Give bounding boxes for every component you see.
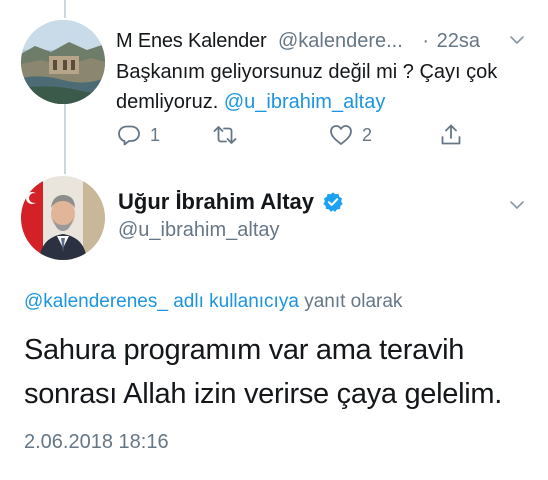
retweet-button[interactable] [212, 121, 238, 149]
avatar-photo [21, 20, 105, 104]
replying-to-link[interactable]: @kalenderenes_ adlı kullanıcıya [24, 291, 299, 312]
main-tweet-text: Sahura programım var ama teravih sonrası… [24, 334, 502, 410]
like-count: 2 [362, 124, 373, 145]
chevron-down-icon[interactable] [507, 30, 527, 50]
avatar-m-enes-kalender[interactable] [21, 20, 105, 104]
reply-tweet-header: M Enes Kalender @kalendere... · 22sa [116, 27, 536, 55]
replying-to: @kalenderenes_ adlı kullanıcıya yanıt ol… [24, 288, 402, 316]
chevron-down-icon[interactable] [507, 195, 527, 215]
main-author-name-text: Uğur İbrahim Altay [118, 189, 314, 214]
main-author-name[interactable]: Uğur İbrahim Altay [118, 187, 344, 217]
reply-count: 1 [150, 124, 161, 145]
verified-badge-icon [323, 192, 343, 212]
avatar-photo [21, 176, 105, 260]
thread-line [64, 104, 66, 174]
separator-dot: · [422, 30, 430, 52]
reply-tweet-text: Başkanım geliyorsunuz değil mi ? Çayı ço… [116, 57, 526, 117]
avatar-ugur-ibrahim-altay[interactable] [21, 176, 105, 260]
main-tweet-timestamp[interactable]: 2.06.2018 18:16 [24, 428, 169, 456]
main-author-handle[interactable]: @u_ibrahim_altay [118, 216, 280, 244]
reply-author-handle[interactable]: @kalendere... [278, 30, 403, 52]
mention-link[interactable]: @u_ibrahim_altay [224, 91, 386, 113]
reply-button[interactable]: 1 [116, 121, 160, 149]
retweet-icon [213, 126, 237, 144]
reply-timestamp[interactable]: 22sa [437, 30, 480, 52]
replying-to-suffix: yanıt olarak [304, 291, 403, 312]
reply-author-name[interactable]: M Enes Kalender [116, 30, 267, 52]
share-button[interactable] [438, 121, 464, 149]
reply-icon [118, 125, 140, 146]
tweet-actions: 1 2 [116, 121, 476, 149]
like-button[interactable]: 2 [328, 121, 372, 149]
like-icon [330, 125, 352, 145]
share-icon [441, 124, 461, 145]
thread-line [64, 0, 66, 18]
